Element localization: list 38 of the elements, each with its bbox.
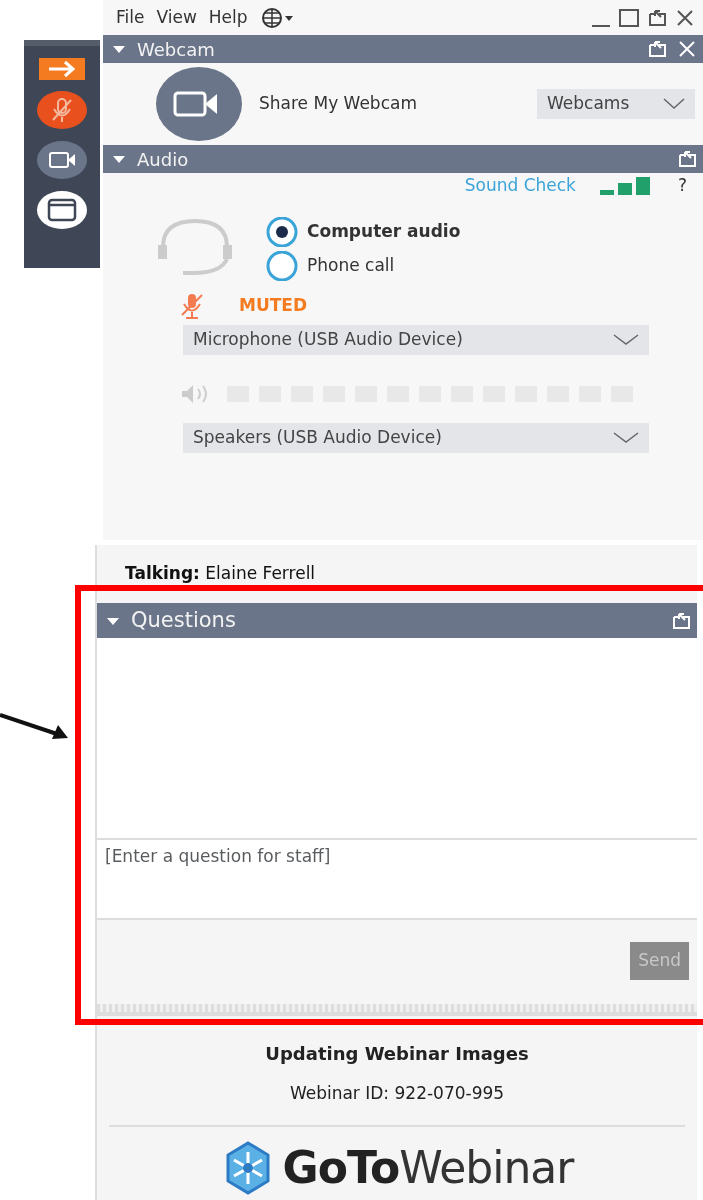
help-icon[interactable]: ? <box>677 173 687 199</box>
headset-icon <box>155 217 235 277</box>
menu-item[interactable]: View <box>156 4 197 31</box>
popout-icon[interactable] <box>647 7 667 28</box>
chevron-down-icon <box>613 432 639 444</box>
globe-icon[interactable] <box>259 6 294 29</box>
muted-microphone-icon <box>181 293 203 319</box>
question-field[interactable]: [Enter a question for staff] <box>97 840 697 918</box>
menu-item[interactable]: Help <box>208 4 248 31</box>
webcam-button-icon[interactable] <box>155 66 243 142</box>
close-icon[interactable] <box>677 39 697 59</box>
radio-button <box>265 251 299 281</box>
speakers-dropdown[interactable]: Speakers (USB Audio Device) <box>183 423 649 453</box>
radio-option[interactable]: Phone call <box>265 251 461 281</box>
chevron-down-icon <box>663 98 685 110</box>
maximize-icon[interactable] <box>619 7 639 28</box>
webcams-dropdown[interactable]: Webcams <box>537 89 695 119</box>
popout-icon[interactable] <box>677 149 697 169</box>
chevron-down-icon <box>613 334 639 346</box>
panel-title: Questions <box>131 606 237 634</box>
microphone-dropdown[interactable]: Microphone (USB Audio Device) <box>183 325 649 355</box>
muted-status: MUTED <box>239 294 308 318</box>
close-icon[interactable] <box>675 7 695 28</box>
menu-item[interactable]: File <box>116 4 145 31</box>
popout-icon[interactable] <box>647 39 667 59</box>
talking-status: Talking: Elaine Ferrell <box>124 562 317 585</box>
share-webcam-label[interactable]: Share My Webcam <box>259 91 417 117</box>
webinar-title: Updating Webinar Images <box>264 1042 530 1066</box>
popout-icon[interactable] <box>671 610 691 631</box>
radio-option[interactable]: Computer audio <box>265 217 461 247</box>
muted-microphone-icon[interactable] <box>36 90 88 130</box>
panel-title: Audio <box>137 147 190 172</box>
radio-button <box>265 217 299 247</box>
webcam-icon[interactable] <box>36 140 88 180</box>
webinar-id: Webinar ID: 922-070-995 <box>288 1082 506 1105</box>
logo-text: GoToWebinar <box>282 1140 574 1195</box>
window-icon[interactable] <box>36 190 88 230</box>
panel-title: Webcam <box>137 37 216 62</box>
